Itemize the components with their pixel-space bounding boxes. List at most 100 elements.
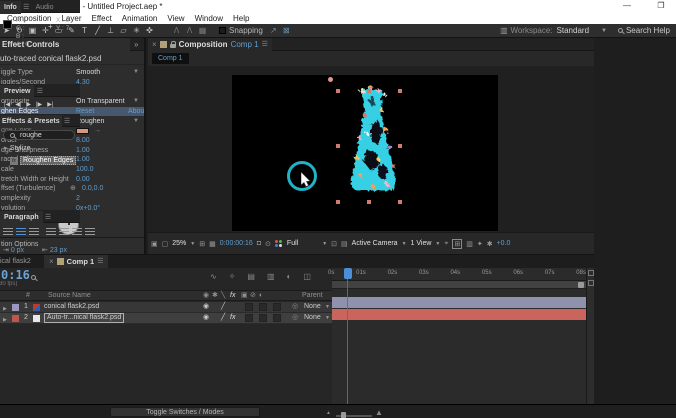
layer-bar-1[interactable] — [332, 297, 586, 308]
property-value[interactable]: 8.00 — [76, 136, 90, 146]
align-center-icon[interactable] — [16, 228, 26, 236]
clone-stamp-tool-icon[interactable]: ⊥ — [104, 24, 117, 37]
effects-search-input[interactable]: roughe — [3, 130, 75, 140]
panel-collapse-icon[interactable]: » — [134, 38, 138, 51]
layer-quality-toggle[interactable]: ╱ — [221, 302, 225, 312]
toggle-mask-path-icon[interactable]: ▦ — [209, 240, 216, 248]
parent-select[interactable]: None — [304, 302, 321, 312]
right-indent-field[interactable]: ⇤ 23 px — [42, 246, 67, 254]
property-row-scale[interactable]: cale 100.0 — [0, 165, 144, 175]
layer-name[interactable]: conical flask2.psd — [44, 302, 99, 312]
timeline-search[interactable] — [28, 273, 39, 282]
property-value[interactable]: 100.0 — [76, 165, 94, 175]
camera-dropdown-icon[interactable]: ▼ — [402, 241, 407, 247]
switch-cell[interactable] — [245, 303, 253, 311]
show-snapshot-icon[interactable]: ⊙ — [265, 240, 271, 248]
panel-menu-icon[interactable]: ☰ — [37, 85, 43, 98]
category-stylize[interactable]: ▼ Stylize — [3, 145, 31, 152]
misc-tool-icon-2[interactable]: Λ — [183, 24, 196, 37]
align-left-icon[interactable] — [3, 228, 13, 236]
draft-3d-icon[interactable]: ✧ — [229, 272, 236, 281]
search-help[interactable]: Search Help — [626, 26, 670, 35]
selection-handle[interactable] — [367, 200, 371, 204]
offset-crosshair-icon[interactable]: ⊕ — [70, 184, 76, 194]
motion-blur-icon[interactable]: ◐ — [287, 272, 292, 281]
parent-select[interactable]: None — [304, 313, 321, 323]
menu-composition[interactable]: Composition — [7, 13, 51, 24]
flowchart-icon[interactable]: ✦ — [477, 240, 483, 248]
frame-blending-icon[interactable]: ▥ — [267, 272, 275, 281]
secondary-monitor-icon[interactable]: ▢ — [162, 240, 169, 248]
layer-name-editing[interactable]: Auto-tr...nical flask2.psd — [44, 313, 125, 323]
tab-preview[interactable]: Preview — [0, 85, 35, 98]
property-value-dropdown[interactable]: Roughen — [76, 117, 104, 127]
menu-view[interactable]: View — [167, 13, 184, 24]
justify-last-center-icon[interactable] — [59, 228, 69, 236]
eraser-tool-icon[interactable]: ▱ — [117, 24, 130, 37]
first-frame-button[interactable]: |◀ — [4, 101, 10, 108]
switch-cell[interactable] — [259, 314, 267, 322]
resolution-select[interactable]: Full — [287, 240, 298, 247]
property-value[interactable]: 2 — [76, 194, 80, 204]
selection-handle[interactable] — [336, 200, 340, 204]
timeline-button-icon[interactable]: ▥ — [466, 240, 473, 248]
snap-option-icon-2[interactable]: ⊠ — [280, 24, 293, 37]
panel-menu-icon[interactable]: ☰ — [45, 211, 51, 224]
magnification-value[interactable]: 25% — [172, 240, 186, 247]
region-of-interest-icon[interactable]: ⊡ — [331, 240, 337, 248]
dropdown-icon[interactable]: ▼ — [133, 117, 139, 127]
property-value[interactable]: 0.00 — [76, 175, 90, 185]
view-dropdown-icon[interactable]: ▼ — [435, 241, 440, 247]
timeline-tab-comp1[interactable]: × Comp 1 ☰ — [44, 255, 109, 268]
misc-tool-icon-3[interactable]: ▦ — [196, 24, 209, 37]
anchor-point[interactable] — [328, 77, 333, 82]
selection-handle[interactable] — [398, 200, 402, 204]
snapshot-icon[interactable]: ◘ — [257, 240, 261, 247]
playhead-marker[interactable] — [344, 268, 352, 279]
composition-mini-flowchart-icon[interactable]: ∿ — [210, 272, 217, 281]
view-layout-select[interactable]: 1 View — [411, 240, 432, 247]
brush-tool-icon[interactable]: ╱ — [91, 24, 104, 37]
current-time-display[interactable]: 0:16 — [1, 268, 30, 282]
selection-handle[interactable] — [398, 89, 402, 93]
show-channels-icon[interactable] — [274, 239, 283, 248]
timeline-zoom-slider-handle[interactable] — [341, 412, 346, 418]
last-frame-button[interactable]: ▶| — [47, 101, 53, 108]
effect-about-link[interactable]: About — [128, 107, 144, 117]
hide-shy-layers-icon[interactable]: ▤ — [247, 272, 255, 281]
maximize-button[interactable]: ❐ — [652, 0, 670, 12]
layer-quality-toggle[interactable]: ╱ — [221, 313, 225, 323]
tab-audio[interactable]: Audio — [32, 1, 58, 14]
tab-info[interactable]: Info — [0, 1, 21, 14]
snapping-toggle[interactable] — [219, 27, 226, 34]
panel-menu-icon[interactable]: ☰ — [97, 255, 103, 268]
selection-handle[interactable] — [336, 144, 340, 148]
tab-paragraph[interactable]: Paragraph — [0, 211, 43, 224]
minimize-button[interactable]: — — [618, 0, 636, 12]
prev-frame-button[interactable]: ◀| — [15, 101, 21, 108]
selection-handle[interactable] — [336, 89, 340, 93]
graph-editor-icon[interactable]: ◫ — [303, 272, 311, 281]
dropdown-icon[interactable]: ▼ — [133, 97, 139, 107]
justify-last-left-icon[interactable] — [46, 228, 56, 236]
comp-subtab[interactable]: Comp 1 — [152, 53, 189, 64]
work-area-bar[interactable] — [332, 281, 586, 289]
switch-cell[interactable] — [273, 303, 281, 311]
property-value[interactable]: 1.00 — [76, 155, 90, 165]
resolution-dropdown-icon[interactable]: ▼ — [322, 241, 327, 247]
layer-eye-toggle[interactable]: ◉ — [203, 302, 209, 312]
dropdown-icon[interactable]: ▼ — [133, 68, 139, 78]
left-indent-field[interactable]: ⇥ 0 px — [3, 246, 24, 254]
comp-timecode[interactable]: 0:00:00:16 — [220, 240, 253, 247]
property-row-offset-turbulence[interactable]: ffset (Turbulence) ⊕ 0.0,0.0 — [0, 184, 144, 194]
play-button[interactable]: ▶ — [26, 101, 31, 108]
color-swatch[interactable] — [76, 128, 89, 135]
parent-dropdown-icon[interactable]: ▼ — [325, 302, 330, 312]
effect-item-roughen-edges[interactable]: fx Roughen Edges — [10, 156, 77, 165]
magnification-dropdown-icon[interactable]: ▼ — [190, 241, 195, 247]
col-source-name[interactable]: Source Name — [48, 291, 91, 301]
parent-pickwhip-icon[interactable]: ◎ — [292, 313, 298, 323]
transparency-grid-icon[interactable]: ▤ — [341, 240, 348, 248]
comp-button-icon[interactable] — [588, 280, 594, 286]
layer-row-1[interactable]: ▶ 1 conical flask2.psd ◉ ╱ ◎ None ▼ — [0, 302, 332, 313]
